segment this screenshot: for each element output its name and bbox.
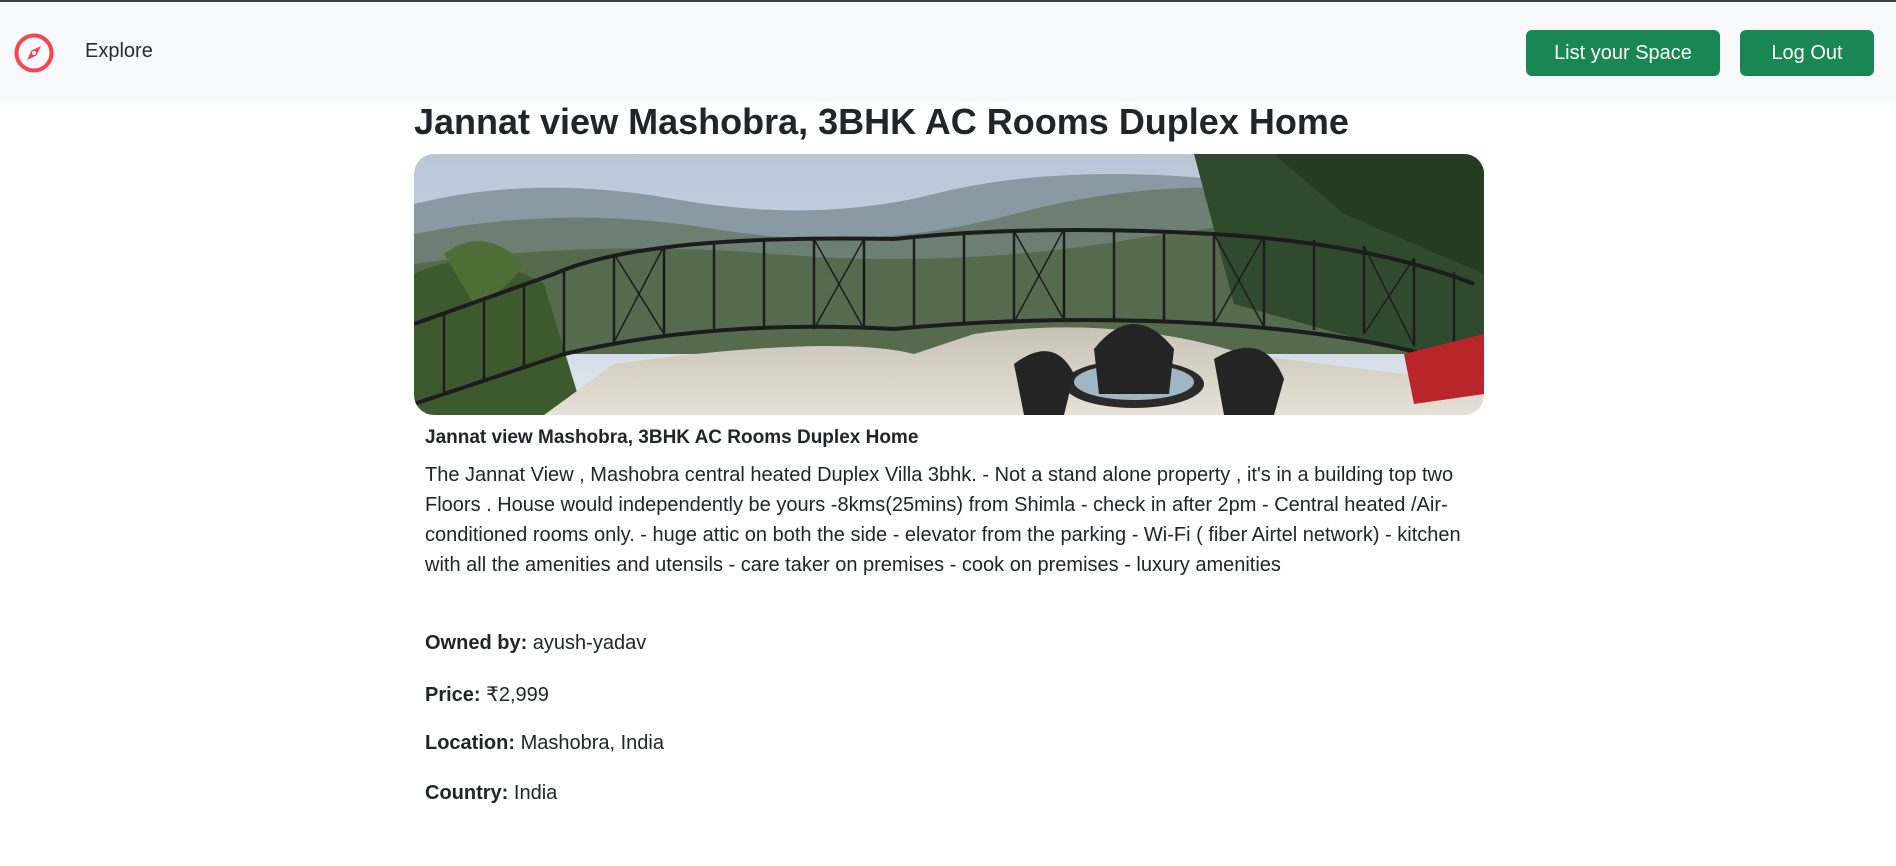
listing-description: The Jannat View , Mashobra central heate… xyxy=(425,464,1461,576)
location-field: Location: Mashobra, India xyxy=(425,732,664,755)
price-label: Price: xyxy=(425,684,481,706)
list-your-space-button[interactable]: List your Space xyxy=(1526,30,1720,76)
compass-icon xyxy=(14,33,54,73)
logout-button[interactable]: Log Out xyxy=(1740,30,1874,76)
country-label: Country: xyxy=(425,782,509,804)
location-value: Mashobra, India xyxy=(520,732,664,754)
listing-heading: Jannat view Mashobra, 3BHK AC Rooms Dupl… xyxy=(414,101,1349,142)
brand-logo-link[interactable] xyxy=(13,32,55,74)
owner-label: Owned by: xyxy=(425,632,528,654)
owner-value: ayush-yadav xyxy=(532,632,647,654)
listing-image xyxy=(414,154,1484,415)
location-label: Location: xyxy=(425,732,515,754)
owner-field: Owned by: ayush-yadav xyxy=(425,632,646,655)
nav-explore-link[interactable]: Explore xyxy=(85,40,153,63)
price-value: ₹2,999 xyxy=(486,684,549,706)
navbar: Explore List your Space Log Out xyxy=(0,2,1896,102)
price-field: Price: ₹2,999 xyxy=(425,682,549,707)
country-value: India xyxy=(513,782,558,804)
country-field: Country: India xyxy=(425,782,557,805)
card-title: Jannat view Mashobra, 3BHK AC Rooms Dupl… xyxy=(425,427,919,448)
